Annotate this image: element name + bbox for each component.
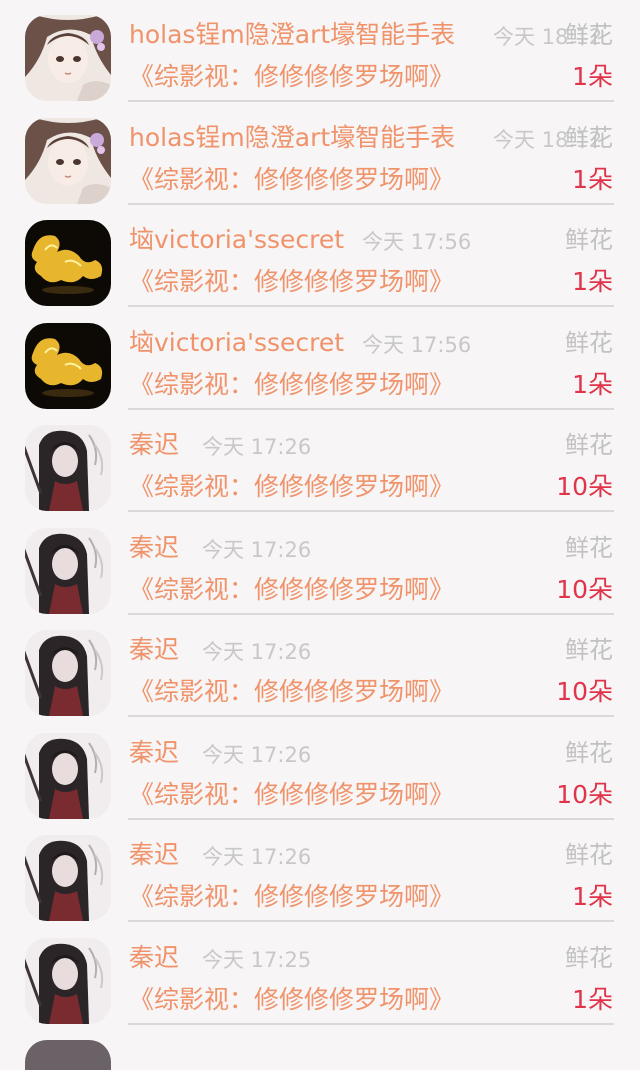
list-item[interactable]: 垴victoria'ssecret 今天 17:56 鲜花《综影视：修修修修罗场啊》… (0, 308, 640, 411)
gift-type-label: 鲜花 (565, 533, 613, 562)
work-title-link[interactable]: 《综影视：修修修修罗场啊》 (129, 983, 454, 1017)
gift-type-label: 鲜花 (565, 226, 613, 254)
gift-count: 1朵 (572, 984, 613, 1014)
avatar[interactable] (25, 322, 111, 409)
user-name[interactable]: 秦迟 (129, 633, 179, 667)
gift-record-list: holas锃m隐澄art壕智能手表 今天 18:12 鲜花 《综影视：修修修修罗场啊》… (0, 0, 640, 1025)
list-item[interactable]: 秦迟 今天 17:25 鲜花《综影视：修修修修罗场啊》 1朵 (0, 923, 640, 1026)
gift-count: 10朵 (556, 779, 613, 809)
avatar[interactable] (25, 630, 111, 716)
user-name[interactable]: 垴victoria'ssecret (129, 223, 344, 257)
gift-type-label: 鲜花 (565, 841, 613, 869)
gift-count: 1朵 (572, 164, 613, 194)
timestamp: 今天 17:26 (202, 640, 312, 664)
user-name[interactable]: 秦迟 (129, 838, 179, 872)
gift-count: 1朵 (572, 267, 613, 296)
gift-type-label: 鲜花 (565, 328, 613, 357)
work-title-link[interactable]: 《综影视：修修修修罗场啊》 (129, 470, 454, 504)
avatar[interactable] (25, 15, 111, 101)
user-name[interactable]: 秦迟 (129, 736, 179, 770)
list-item[interactable]: 秦迟 今天 17:26 鲜花《综影视：修修修修罗场啊》 10朵 (0, 718, 640, 821)
list-item[interactable]: 垴victoria'ssecret 今天 17:56 鲜花《综影视：修修修修罗场啊》… (0, 205, 640, 308)
work-title-link[interactable]: 《综影视：修修修修罗场啊》 (129, 880, 454, 914)
avatar[interactable] (25, 732, 111, 819)
gift-type-label: 鲜花 (565, 943, 613, 972)
divider (128, 1022, 614, 1025)
work-title-link[interactable]: 《综影视：修修修修罗场啊》 (129, 265, 454, 299)
list-item[interactable]: holas锃m隐澄art壕智能手表 今天 18:12 鲜花 《综影视：修修修修罗场啊》… (0, 0, 640, 103)
work-title-link[interactable]: 《综影视：修修修修罗场啊》 (129, 60, 454, 94)
gift-count: 1朵 (572, 369, 613, 399)
gift-type-label: 鲜花 (565, 636, 613, 664)
timestamp: 今天 17:25 (202, 947, 312, 972)
avatar[interactable] (25, 937, 111, 1024)
work-title-link[interactable]: 《综影视：修修修修罗场啊》 (129, 675, 454, 709)
work-title-link[interactable]: 《综影视：修修修修罗场啊》 (129, 368, 454, 402)
timestamp: 今天 17:26 (202, 845, 312, 869)
list-item[interactable]: holas锃m隐澄art壕智能手表 今天 18:12 鲜花 《综影视：修修修修罗场啊》… (0, 103, 640, 206)
timestamp: 今天 17:26 (202, 742, 312, 767)
timestamp: 今天 17:26 (202, 435, 312, 459)
timestamp: 今天 17:26 (202, 537, 312, 562)
work-title-link[interactable]: 《综影视：修修修修罗场啊》 (129, 573, 454, 607)
gift-type-label: 鲜花 (565, 738, 613, 767)
gift-count: 10朵 (556, 574, 613, 604)
gift-count: 10朵 (556, 677, 613, 706)
user-name[interactable]: 秦迟 (129, 531, 179, 565)
avatar[interactable] (25, 527, 111, 614)
user-name[interactable]: 垴victoria'ssecret (129, 326, 344, 360)
gift-count: 1朵 (572, 882, 613, 911)
user-name[interactable]: holas锃m隐澄art壕智能手表 (129, 121, 455, 155)
gift-type-label: 鲜花 (565, 431, 613, 459)
gift-type-label: 鲜花 (565, 123, 613, 152)
list-item[interactable]: 秦迟 今天 17:26 鲜花《综影视：修修修修罗场啊》 10朵 (0, 513, 640, 616)
gift-count: 10朵 (556, 472, 613, 501)
list-item[interactable]: 秦迟 今天 17:26 鲜花《综影视：修修修修罗场啊》 10朵 (0, 615, 640, 718)
work-title-link[interactable]: 《综影视：修修修修罗场啊》 (129, 778, 454, 812)
gift-type-label: 鲜花 (565, 21, 613, 49)
user-name[interactable]: 秦迟 (129, 428, 179, 462)
user-name[interactable]: holas锃m隐澄art壕智能手表 (129, 18, 455, 52)
timestamp: 今天 17:56 (362, 332, 472, 357)
work-title-link[interactable]: 《综影视：修修修修罗场啊》 (129, 163, 454, 197)
list-item[interactable]: 秦迟 今天 17:26 鲜花《综影视：修修修修罗场啊》 10朵 (0, 410, 640, 513)
user-name[interactable]: 秦迟 (129, 941, 179, 975)
gift-count: 1朵 (572, 62, 613, 91)
avatar[interactable] (25, 835, 111, 921)
avatar[interactable] (25, 425, 111, 511)
list-item[interactable]: 秦迟 今天 17:26 鲜花《综影视：修修修修罗场啊》 1朵 (0, 820, 640, 923)
avatar[interactable] (25, 117, 111, 204)
avatar[interactable] (25, 220, 111, 306)
timestamp: 今天 17:56 (362, 230, 472, 254)
